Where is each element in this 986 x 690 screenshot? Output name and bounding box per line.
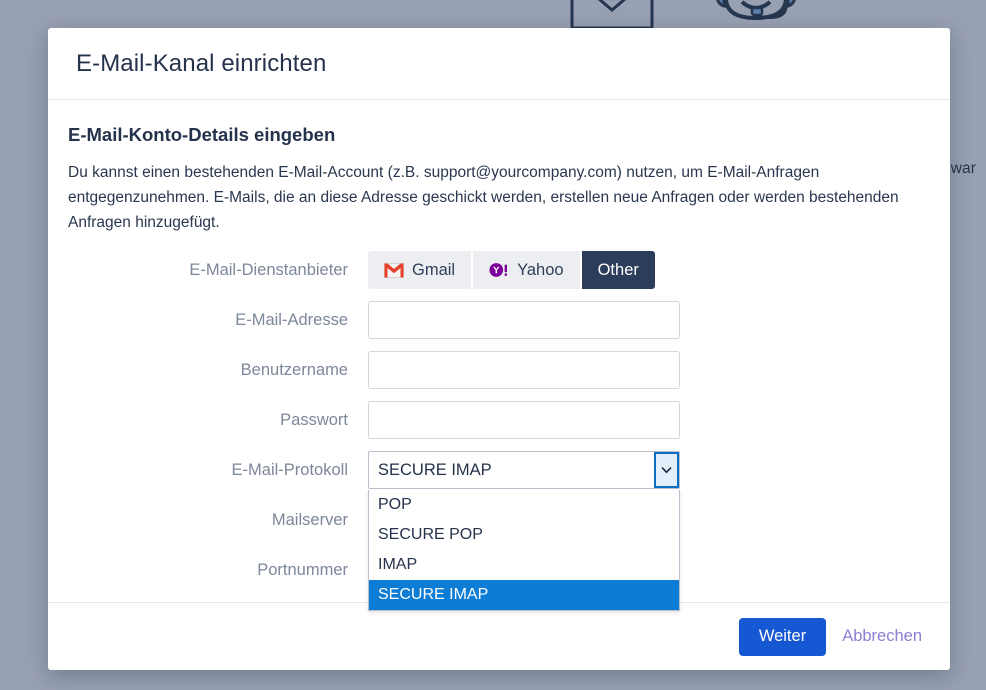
provider-button-gmail-label: Gmail	[412, 260, 456, 279]
email-input[interactable]	[368, 301, 680, 339]
dropdown-option-pop[interactable]: POP	[369, 490, 679, 520]
dropdown-option-imap[interactable]: IMAP	[369, 550, 679, 580]
cancel-link[interactable]: Abbrechen	[842, 627, 922, 646]
form-row-username: Benutzername	[68, 351, 922, 389]
form-row-email: E-Mail-Adresse	[68, 301, 922, 339]
dialog-header: E-Mail-Kanal einrichten	[48, 28, 950, 100]
protocol-select[interactable]: SECURE IMAP	[368, 451, 680, 489]
protocol-select-value: SECURE IMAP	[378, 460, 492, 479]
provider-button-other[interactable]: Other	[581, 251, 655, 289]
provider-button-gmail[interactable]: Gmail	[368, 251, 472, 289]
dropdown-option-secure-imap[interactable]: SECURE IMAP	[369, 580, 679, 610]
form-row-password: Passwort	[68, 401, 922, 439]
protocol-select-wrapper: SECURE IMAP POP SECURE POP IMAP SECURE I…	[368, 451, 680, 611]
username-input[interactable]	[368, 351, 680, 389]
next-button[interactable]: Weiter	[738, 617, 827, 656]
dialog-body: E-Mail-Konto-Details eingeben Du kannst …	[48, 100, 950, 611]
page-title: E-Mail-Kanal einrichten	[76, 49, 327, 77]
section-heading: E-Mail-Konto-Details eingeben	[68, 124, 336, 145]
provider-label: E-Mail-Dienstanbieter	[189, 261, 348, 279]
password-label: Passwort	[280, 411, 348, 429]
protocol-dropdown-list: POP SECURE POP IMAP SECURE IMAP	[368, 490, 680, 611]
password-input[interactable]	[368, 401, 680, 439]
provider-button-yahoo-label: Yahoo	[517, 260, 564, 279]
username-label: Benutzername	[240, 361, 348, 379]
provider-button-other-label: Other	[597, 260, 639, 279]
email-label: E-Mail-Adresse	[235, 311, 348, 329]
dropdown-option-secure-pop[interactable]: SECURE POP	[369, 520, 679, 550]
gmail-icon	[384, 260, 404, 280]
intro-description: Du kannst einen bestehenden E-Mail-Accou…	[68, 164, 899, 231]
email-channel-dialog: E-Mail-Kanal einrichten E-Mail-Konto-Det…	[48, 28, 950, 670]
provider-button-yahoo[interactable]: Yahoo	[473, 251, 580, 289]
dialog-footer: Weiter Abbrechen	[48, 602, 950, 670]
chevron-down-icon[interactable]	[654, 452, 679, 488]
protocol-label: E-Mail-Protokoll	[231, 461, 348, 479]
provider-button-group: Gmail Yahoo Other	[368, 251, 922, 289]
mailserver-label: Mailserver	[271, 511, 348, 529]
yahoo-icon	[489, 260, 509, 280]
form-row-protocol: E-Mail-Protokoll SECURE IMAP POP SECURE …	[68, 451, 922, 611]
port-label: Portnummer	[257, 561, 348, 579]
form-row-provider: E-Mail-Dienstanbieter Gmail Yahoo Other	[68, 251, 922, 289]
